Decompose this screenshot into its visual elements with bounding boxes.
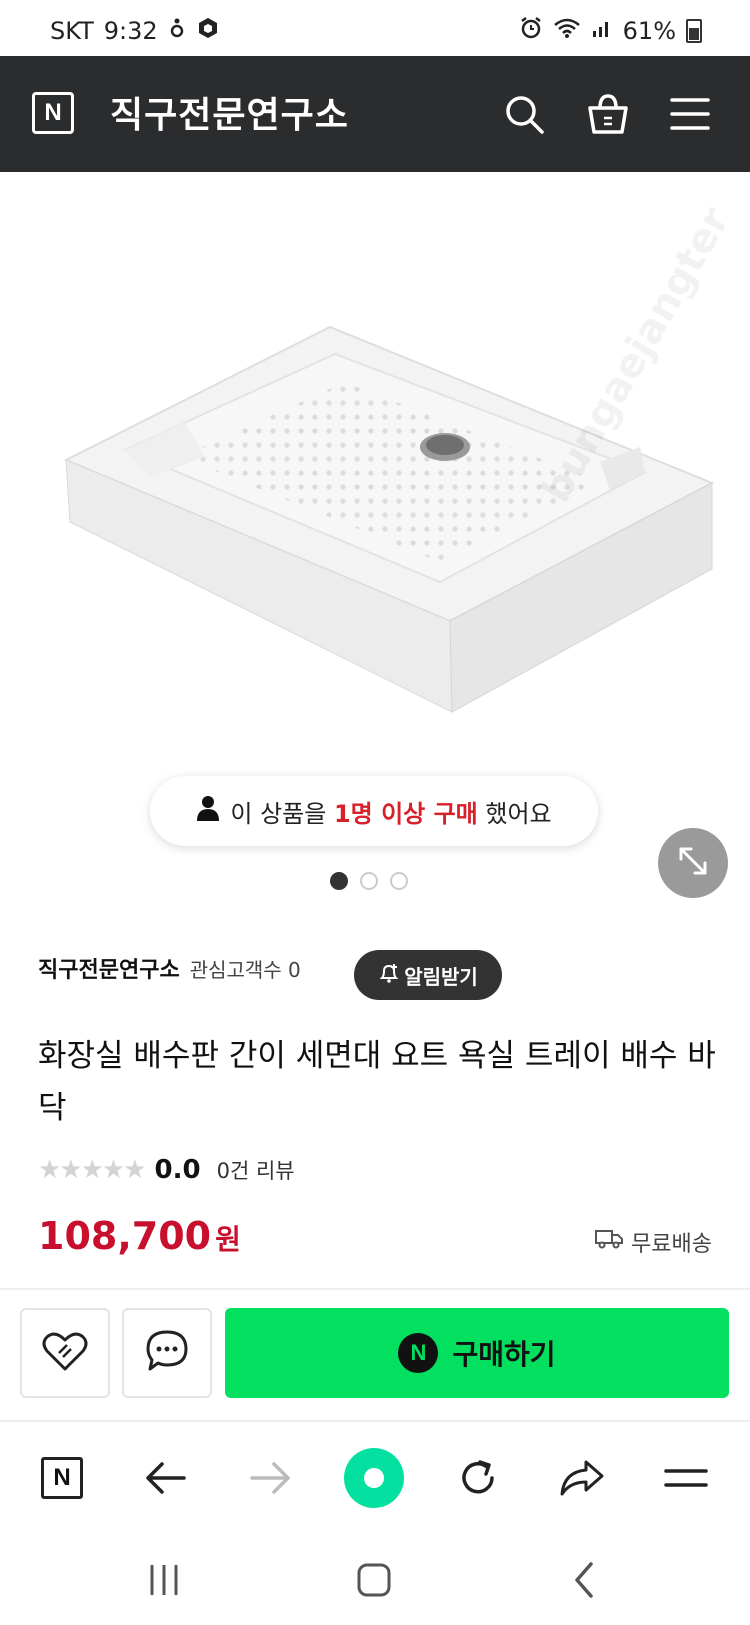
buyers-highlight: 1명 이상 구매 xyxy=(333,799,478,828)
product-title: 화장실 배수판 간이 세면대 요트 욕실 트레이 배수 바닥 xyxy=(38,1038,716,1126)
alarm-label: 알림받기 xyxy=(404,964,478,989)
back-nav-icon[interactable] xyxy=(554,1550,614,1610)
rating-stars: ★★★★★ xyxy=(38,1155,147,1185)
buy-now-button[interactable]: N 구매하기 xyxy=(225,1308,729,1398)
system-navigation-bar xyxy=(0,1530,750,1625)
back-arrow-icon[interactable] xyxy=(136,1448,196,1508)
clock: 9:32 xyxy=(103,17,158,45)
heart-icon xyxy=(41,1329,89,1377)
person-icon xyxy=(196,795,220,827)
browser-toolbar: N xyxy=(0,1420,750,1532)
status-bar: SKT 9:32 61% xyxy=(0,0,750,56)
carrier-label: SKT xyxy=(50,17,94,45)
store-header: N 직구전문연구소 xyxy=(0,56,750,172)
home-button-icon[interactable] xyxy=(344,1550,404,1610)
expand-image-button[interactable] xyxy=(658,828,728,898)
signal-icon xyxy=(591,17,613,45)
rating-score: 0.0 xyxy=(154,1155,201,1185)
carousel-indicator xyxy=(330,872,408,890)
cart-icon[interactable] xyxy=(584,90,632,138)
carousel-dot[interactable] xyxy=(360,872,378,890)
expand-icon xyxy=(676,844,710,882)
home-letter: N xyxy=(41,1457,83,1499)
bell-plus-icon xyxy=(378,962,400,989)
buyers-prefix: 이 상품을 xyxy=(230,799,334,828)
review-count[interactable]: 0건 리뷰 xyxy=(217,1155,295,1185)
talk-button[interactable] xyxy=(122,1308,212,1398)
naver-home-button[interactable]: N xyxy=(32,92,74,134)
box-app-icon xyxy=(196,16,220,46)
recent-apps-icon[interactable] xyxy=(134,1550,194,1610)
price-row: 108,700 원 xyxy=(38,1214,241,1258)
buyers-suffix: 했어요 xyxy=(477,799,552,828)
carousel-dot[interactable] xyxy=(390,872,408,890)
rating-row[interactable]: ★★★★★ 0.0 0건 리뷰 xyxy=(38,1155,295,1185)
truck-icon xyxy=(595,1228,624,1256)
store-title[interactable]: 직구전문연구소 xyxy=(110,86,349,138)
refresh-icon[interactable] xyxy=(448,1448,508,1508)
wifi-icon xyxy=(553,17,581,45)
shipping-info: 무료배송 xyxy=(595,1226,712,1258)
buy-label: 구매하기 xyxy=(452,1338,556,1371)
price-value: 108,700 xyxy=(38,1214,212,1258)
naver-pay-icon: N xyxy=(398,1333,439,1373)
naver-home-icon[interactable]: N xyxy=(32,1448,92,1508)
alarm-subscribe-button[interactable]: 알림받기 xyxy=(354,950,502,1000)
purchase-bar: N 구매하기 xyxy=(0,1290,750,1420)
seller-name[interactable]: 직구전문연구소 xyxy=(38,952,180,984)
forward-arrow-icon[interactable] xyxy=(240,1448,300,1508)
price-currency: 원 xyxy=(215,1223,241,1256)
shipping-label: 무료배송 xyxy=(631,1232,712,1257)
share-icon[interactable] xyxy=(552,1448,612,1508)
notification-icon xyxy=(168,17,186,45)
chat-bubble-icon xyxy=(144,1329,190,1377)
buyers-count-badge: 이 상품을 1명 이상 구매 했어요 xyxy=(150,776,598,846)
alarm-clock-icon xyxy=(519,16,543,46)
wishlist-button[interactable] xyxy=(20,1308,110,1398)
battery-icon xyxy=(686,19,702,43)
browser-menu-icon[interactable] xyxy=(656,1448,716,1508)
fans-count: 관심고객수 0 xyxy=(189,957,301,982)
search-icon[interactable] xyxy=(500,90,548,138)
carousel-dot[interactable] xyxy=(330,872,348,890)
naver-green-dot-icon[interactable] xyxy=(344,1448,404,1508)
battery-percent: 61% xyxy=(622,17,676,45)
seller-row: 직구전문연구소 관심고객수 0 xyxy=(38,952,301,984)
menu-icon[interactable] xyxy=(666,90,714,138)
